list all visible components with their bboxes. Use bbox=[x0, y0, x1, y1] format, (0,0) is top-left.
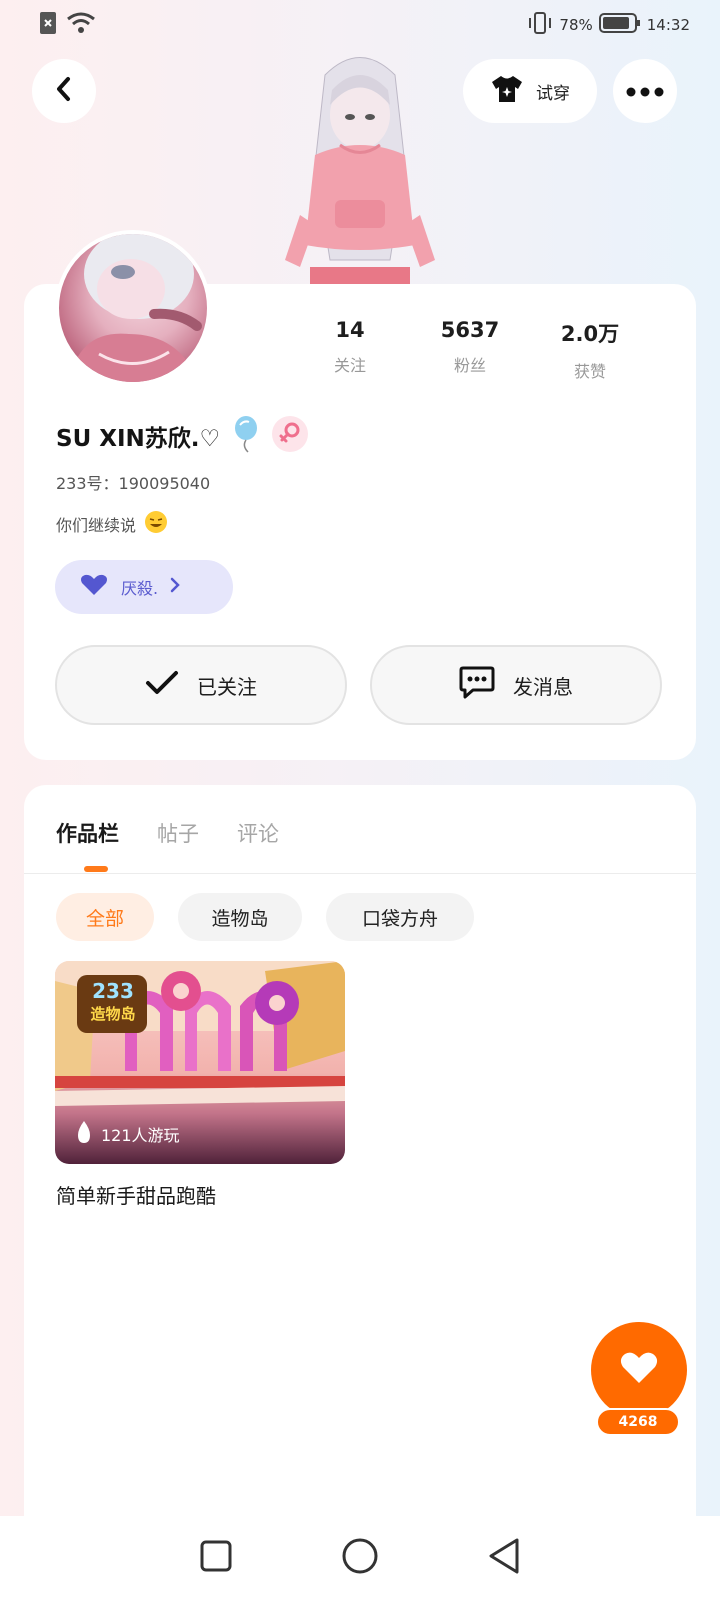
more-dots-icon bbox=[626, 82, 664, 101]
stat-following[interactable]: 14 关注 bbox=[290, 318, 410, 382]
stat-value: 2.0万 bbox=[560, 322, 620, 346]
system-nav-bar bbox=[0, 1516, 720, 1600]
follow-button[interactable]: 已关注 bbox=[55, 645, 347, 725]
heart-icon bbox=[79, 573, 109, 601]
badge-number: 233 bbox=[92, 979, 134, 1003]
balloon-icon bbox=[230, 415, 262, 457]
tab-works[interactable]: 作品栏 bbox=[56, 818, 119, 848]
battery-percent: 78% bbox=[559, 16, 593, 34]
laughing-emoji-icon bbox=[144, 510, 168, 538]
filter-chip-creation-island[interactable]: 造物岛 bbox=[178, 893, 302, 941]
check-icon bbox=[145, 670, 179, 701]
chevron-right-icon bbox=[170, 577, 180, 597]
play-count-text: 121人游玩 bbox=[101, 1126, 180, 1145]
no-sim-icon bbox=[40, 12, 56, 38]
tab-indicator bbox=[84, 866, 108, 872]
back-nav-button[interactable] bbox=[487, 1537, 521, 1579]
recent-apps-button[interactable] bbox=[199, 1539, 233, 1577]
tshirt-icon bbox=[490, 74, 524, 109]
tab-posts[interactable]: 帖子 bbox=[157, 818, 199, 848]
heart-icon bbox=[619, 1351, 659, 1389]
try-on-label: 试穿 bbox=[536, 83, 570, 104]
tab-comments[interactable]: 评论 bbox=[237, 818, 279, 848]
name-row: SU XIN苏欣.♡ bbox=[56, 415, 309, 457]
avatar[interactable] bbox=[55, 230, 211, 386]
work-thumbnail[interactable]: 233 造物岛 121人游玩 bbox=[55, 961, 345, 1164]
relationship-tag[interactable]: 厌殺. bbox=[55, 560, 233, 614]
home-button[interactable] bbox=[341, 1537, 379, 1579]
try-on-button[interactable]: 试穿 bbox=[463, 59, 597, 123]
message-label: 发消息 bbox=[513, 674, 573, 699]
status-left bbox=[40, 12, 96, 38]
user-id: 233号：190095040 bbox=[56, 474, 211, 493]
chat-bubble-icon bbox=[459, 666, 495, 705]
status-bar: 78% 14:32 bbox=[0, 0, 720, 50]
like-count: 4268 bbox=[596, 1408, 680, 1436]
character-avatar-3d[interactable] bbox=[270, 45, 450, 285]
profile-stats: 14 关注 5637 粉丝 2.0万 获赞 bbox=[290, 318, 650, 382]
status-right: 78% 14:32 bbox=[527, 12, 690, 38]
badge-text: 造物岛 bbox=[90, 1005, 136, 1023]
filter-chip-pocket-ark[interactable]: 口袋方舟 bbox=[326, 893, 474, 941]
battery-icon bbox=[598, 12, 641, 38]
stat-label: 粉丝 bbox=[453, 356, 486, 375]
message-button[interactable]: 发消息 bbox=[370, 645, 662, 725]
stat-label: 获赞 bbox=[573, 362, 606, 381]
user-name: SU XIN苏欣.♡ bbox=[56, 426, 221, 452]
flame-icon bbox=[75, 1120, 93, 1148]
follow-label: 已关注 bbox=[197, 674, 257, 699]
tab-bar: 作品栏 帖子 评论 bbox=[56, 818, 279, 848]
work-title[interactable]: 简单新手甜品跑酷 bbox=[56, 1180, 216, 1209]
back-button[interactable] bbox=[32, 59, 96, 123]
clock: 14:32 bbox=[646, 16, 690, 34]
vibrate-icon bbox=[527, 12, 553, 38]
stat-followers[interactable]: 5637 粉丝 bbox=[410, 318, 530, 382]
signature-row: 你们继续说 bbox=[56, 510, 168, 538]
female-icon bbox=[272, 416, 309, 456]
stat-label: 关注 bbox=[333, 356, 366, 375]
signature-text: 你们继续说 bbox=[56, 516, 137, 535]
game-badge: 233 造物岛 bbox=[79, 979, 147, 1033]
play-count: 121人游玩 bbox=[75, 1120, 180, 1148]
divider bbox=[24, 873, 696, 874]
more-button[interactable] bbox=[613, 59, 677, 123]
stat-likes[interactable]: 2.0万 获赞 bbox=[530, 318, 650, 382]
stat-value: 5637 bbox=[440, 318, 500, 342]
like-button[interactable] bbox=[591, 1322, 687, 1418]
stat-value: 14 bbox=[335, 318, 365, 342]
wifi-icon bbox=[66, 12, 96, 38]
filter-chip-all[interactable]: 全部 bbox=[56, 893, 154, 941]
tag-label: 厌殺. bbox=[121, 579, 159, 598]
chevron-left-icon bbox=[53, 76, 75, 106]
